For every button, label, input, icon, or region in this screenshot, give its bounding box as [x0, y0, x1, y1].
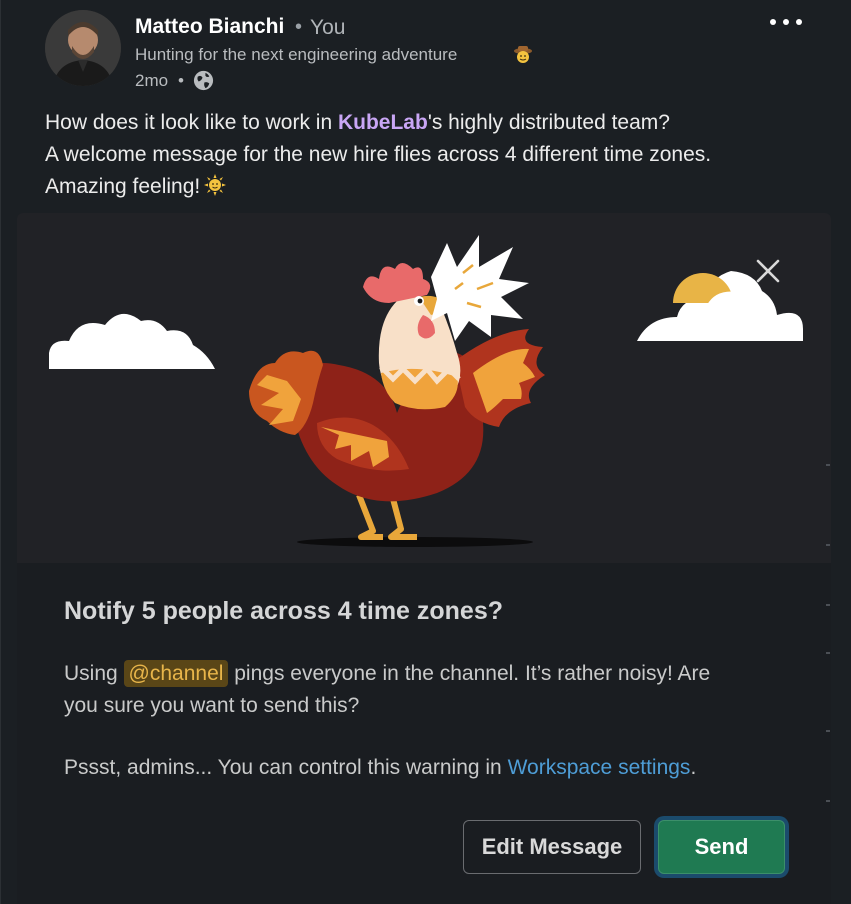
scroll-edge-mark — [826, 544, 830, 546]
send-button[interactable]: Send — [658, 820, 785, 874]
post-text-line-3: Amazing feeling! — [45, 174, 227, 199]
author-headline: Hunting for the next engineering adventu… — [135, 45, 458, 64]
dialog-admin-note: Pssst, admins... You can control this wa… — [64, 752, 696, 784]
name-separator: • — [295, 16, 303, 38]
scroll-edge-mark — [826, 604, 830, 606]
company-mention-link[interactable]: KubeLab — [338, 111, 428, 134]
post-timestamp: 2mo — [135, 71, 169, 90]
linkedin-post: Matteo Bianchi • You Hunting for the nex… — [0, 0, 851, 904]
rooster-illustration — [17, 213, 831, 563]
timestamp-dot: • — [178, 71, 184, 90]
more-options-dot — [796, 19, 802, 25]
dialog-text-segment: pings everyone in the channel. It’s rath… — [228, 662, 711, 685]
post-text-segment: How does it look like to work in — [45, 111, 338, 134]
scroll-edge-mark — [826, 730, 830, 732]
post-text-line-1: How does it look like to work in KubeLab… — [45, 111, 670, 135]
dialog-title: Notify 5 people across 4 time zones? — [64, 597, 504, 625]
close-icon[interactable] — [754, 257, 782, 285]
sun-emoji-icon — [204, 174, 227, 196]
dialog-text-segment: . — [690, 756, 697, 779]
post-text-segment: Amazing feeling! — [45, 175, 201, 198]
more-options-icon — [770, 19, 776, 25]
more-options-button[interactable] — [766, 8, 806, 36]
globe-icon — [193, 70, 214, 91]
edit-message-button[interactable]: Edit Message — [463, 820, 641, 874]
dialog-channel-warning: Using @channel pings everyone in the cha… — [64, 658, 710, 722]
post-text-line-2: A welcome message for the new hire flies… — [45, 143, 712, 166]
more-options-dot — [783, 19, 789, 25]
scroll-edge-mark — [826, 464, 830, 466]
author-name[interactable]: Matteo Bianchi — [135, 15, 284, 39]
scroll-edge-mark — [826, 652, 830, 654]
dialog-text-segment: Using — [64, 662, 124, 685]
cowboy-emoji-icon — [514, 46, 532, 63]
post-image[interactable]: Notify 5 people across 4 time zones? Usi… — [17, 213, 831, 904]
dialog-text-segment: Pssst, admins... You can control this wa… — [64, 756, 508, 779]
workspace-settings-link[interactable]: Workspace settings — [508, 756, 691, 779]
author-avatar[interactable] — [45, 10, 121, 86]
author-relation: You — [310, 16, 346, 39]
scroll-edge-mark — [826, 800, 830, 802]
channel-mention-badge: @channel — [123, 660, 229, 687]
post-text-segment: 's highly distributed team? — [427, 111, 670, 134]
dialog-text-segment: you sure you want to send this? — [64, 694, 360, 717]
